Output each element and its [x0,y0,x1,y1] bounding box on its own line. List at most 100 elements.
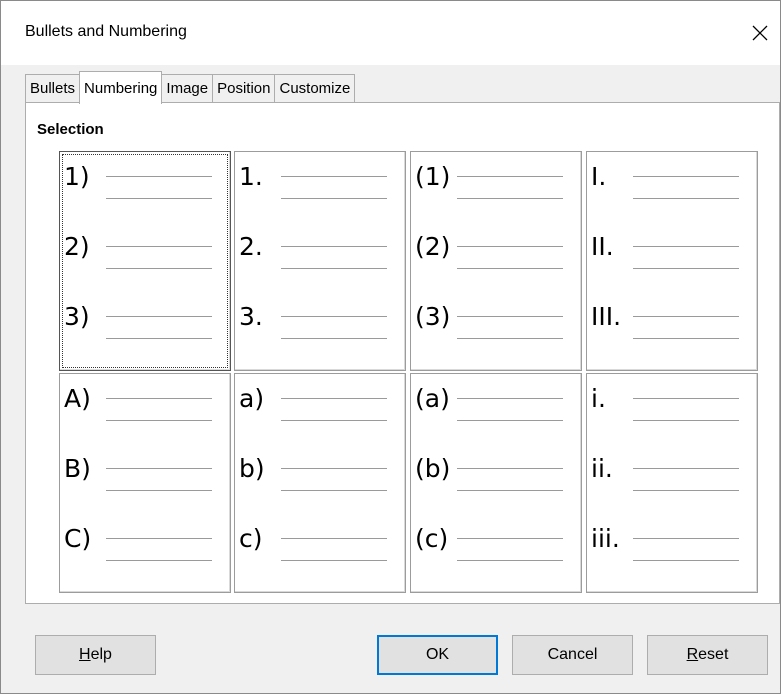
reset-button[interactable]: Reset [647,635,768,675]
preset-text-line [106,560,212,561]
dialog-title: Bullets and Numbering [25,23,187,40]
preset-line: B) [60,446,230,516]
preset-text-line [457,198,563,199]
preset-text-line [633,176,739,177]
numbering-preset[interactable]: 1) 2) 3) [59,151,231,371]
preset-text-line [457,316,563,317]
preset-line: III. [587,294,757,364]
tab-position[interactable]: Position [212,74,276,103]
preset-number-label: 3. [239,302,263,331]
preset-text-line [633,246,739,247]
preset-text-line [457,420,563,421]
preset-line: ii. [587,446,757,516]
preset-text-line [457,560,563,561]
preset-text-line [457,338,563,339]
preset-text-line [457,490,563,491]
preset-line: (c) [411,516,581,586]
preset-text-line [457,538,563,539]
preset-number-label: 2) [64,232,90,261]
preset-number-label: 1) [64,162,90,191]
preset-text-line [106,398,212,399]
preset-text-line [633,538,739,539]
preset-number-label: 2. [239,232,263,261]
cancel-button[interactable]: Cancel [512,635,633,675]
preset-text-line [281,468,387,469]
preset-line: 3. [235,294,405,364]
preset-number-label: A) [64,384,91,413]
cancel-label: Cancel [547,646,598,663]
preset-number-label: (a) [415,384,450,413]
preset-number-label: (1) [415,162,451,191]
selection-label: Selection [37,121,104,138]
preset-text-line [281,560,387,561]
preset-line: (b) [411,446,581,516]
preset-number-label: C) [64,524,92,553]
preset-number-label: b) [239,454,265,483]
numbering-preset[interactable]: 1. 2. 3. [234,151,406,371]
preset-line: (3) [411,294,581,364]
tab-numbering[interactable]: Numbering [79,71,163,104]
help-button[interactable]: Help [35,635,156,675]
preset-line: a) [235,376,405,446]
preset-text-line [281,490,387,491]
tab-image[interactable]: Image [161,74,214,103]
numbering-preset[interactable]: I. II. III. [586,151,758,371]
ok-button[interactable]: OK [377,635,498,675]
preset-line: 1. [235,154,405,224]
preset-text-line [457,398,563,399]
preset-line: i. [587,376,757,446]
preset-text-line [281,420,387,421]
preset-line: 3) [60,294,230,364]
close-button[interactable] [746,19,774,47]
tab-bullets[interactable]: Bullets [25,74,81,103]
preset-number-label: I. [591,162,607,191]
preset-text-line [106,198,212,199]
preset-text-line [281,338,387,339]
numbering-preset[interactable]: (a) (b) (c) [410,373,582,593]
numbering-panel: Selection 1) 2) 3) 1. 2. 3. (1) (2) (3) I. II. III.… [25,102,780,604]
preset-number-label: iii. [591,524,620,553]
bullets-and-numbering-dialog: Bullets and Numbering Bullets Numbering … [0,0,781,694]
numbering-preset[interactable]: i. ii. iii. [586,373,758,593]
preset-number-label: 1. [239,162,263,191]
numbering-preset[interactable]: a) b) c) [234,373,406,593]
preset-text-line [457,268,563,269]
preset-text-line [106,468,212,469]
preset-number-label: III. [591,302,622,331]
reset-mnemonic: R [686,646,699,663]
preset-number-label: (b) [415,454,451,483]
preset-text-line [281,268,387,269]
preset-text-line [106,538,212,539]
preset-number-label: a) [239,384,265,413]
preset-line: 1) [60,154,230,224]
title-bar: Bullets and Numbering [1,1,780,65]
preset-number-label: i. [591,384,606,413]
preset-text-line [281,198,387,199]
numbering-preset[interactable]: (1) (2) (3) [410,151,582,371]
tab-customize[interactable]: Customize [274,74,356,103]
preset-text-line [633,398,739,399]
preset-line: II. [587,224,757,294]
preset-text-line [106,246,212,247]
preset-text-line [633,420,739,421]
preset-text-line [106,176,212,177]
preset-text-line [281,176,387,177]
numbering-preset[interactable]: A) B) C) [59,373,231,593]
preset-text-line [633,268,739,269]
preset-text-line [633,560,739,561]
preset-line: (2) [411,224,581,294]
preset-line: I. [587,154,757,224]
preset-line: c) [235,516,405,586]
preset-line: 2. [235,224,405,294]
preset-text-line [633,468,739,469]
preset-text-line [106,268,212,269]
help-label-rest: elp [90,646,112,663]
preset-number-label: 3) [64,302,90,331]
preset-line: (1) [411,154,581,224]
preset-line: b) [235,446,405,516]
preset-text-line [281,316,387,317]
preset-number-label: (3) [415,302,451,331]
preset-text-line [281,538,387,539]
preset-number-label: II. [591,232,614,261]
preset-line: (a) [411,376,581,446]
